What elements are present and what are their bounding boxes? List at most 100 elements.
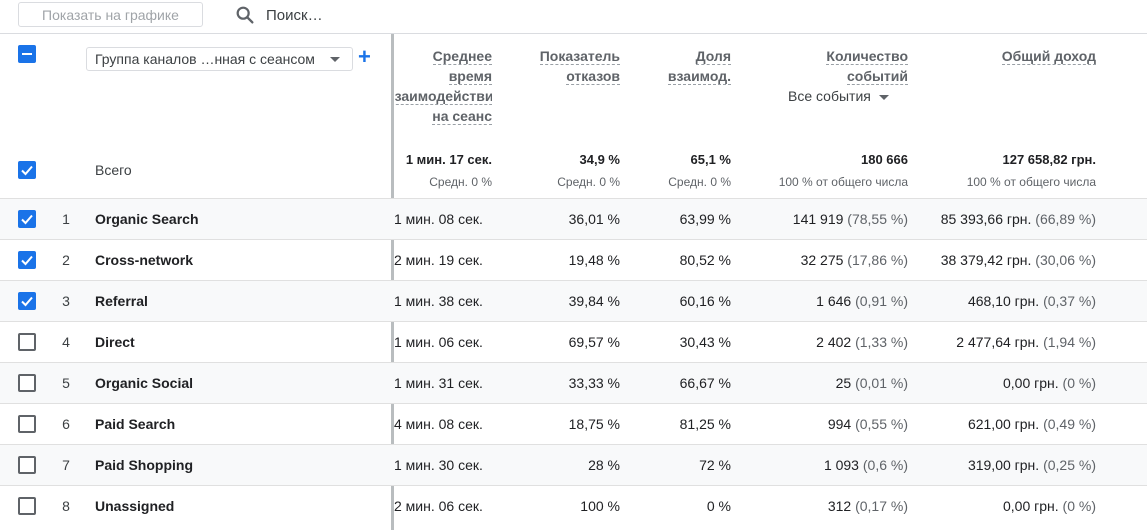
event-count-value: 1 093 (823, 457, 859, 473)
row-checkbox[interactable] (18, 333, 36, 351)
event-count-value: 32 275 (800, 252, 844, 268)
row-checkbox[interactable] (18, 210, 36, 228)
channel-name: Paid Shopping (95, 457, 193, 473)
bounce-rate-cell: 69,57 % (568, 334, 620, 350)
engagement-rate-cell: 80,52 % (679, 252, 731, 268)
plot-rows-button[interactable]: Показать на графике (18, 2, 203, 27)
engagement-rate-cell: 63,99 % (679, 211, 731, 227)
engagement-time-cell: 2 мин. 06 сек. (394, 498, 483, 514)
row-checkbox[interactable] (18, 251, 36, 269)
column-header-engagement-rate[interactable]: Доля взаимод. (625, 46, 731, 86)
row-checkbox[interactable] (18, 374, 36, 392)
engagement-time-cell: 1 мин. 06 сек. (394, 334, 483, 350)
check-icon (21, 214, 33, 225)
column-header-engagement-time[interactable]: Среднее время взаимодействия на сеанс (394, 46, 492, 126)
channel-name: Referral (95, 293, 148, 309)
select-all-checkbox[interactable] (18, 45, 36, 63)
engagement-rate-cell: 66,67 % (679, 375, 731, 391)
plus-icon[interactable]: + (358, 46, 374, 69)
engagement-rate-cell: 81,25 % (679, 416, 731, 432)
row-checkbox[interactable] (18, 497, 36, 515)
events-select[interactable]: Все события (788, 88, 889, 104)
total-event-count: 180 666 100 % от общего числа (778, 152, 908, 189)
bounce-rate-cell: 28 % (588, 457, 620, 473)
table-row[interactable]: 3 Referral 1 мин. 38 сек. 39,84 % 60,16 % 1 6… (0, 280, 1147, 321)
row-index: 3 (62, 293, 70, 309)
event-count-percent: (17,86 %) (847, 252, 908, 268)
revenue-value: 319,00 грн. (967, 457, 1040, 473)
revenue-percent: (66,89 %) (1035, 211, 1096, 227)
event-count-cell: 2 402 (1,33 %) (740, 334, 908, 350)
dimension-select-label: Группа каналов …нная с сеансом (95, 51, 315, 67)
check-icon (21, 255, 33, 266)
revenue-percent: (30,06 %) (1035, 252, 1096, 268)
totals-checkbox[interactable] (18, 161, 36, 179)
row-index: 7 (62, 457, 70, 473)
engagement-time-cell: 2 мин. 19 сек. (394, 252, 483, 268)
row-checkbox[interactable] (18, 292, 36, 310)
event-count-cell: 1 646 (0,91 %) (740, 293, 908, 309)
total-revenue: 127 658,82 грн. 100 % от общего числа (966, 152, 1096, 189)
row-checkbox[interactable] (18, 456, 36, 474)
channel-name: Paid Search (95, 416, 176, 432)
revenue-value: 0,00 грн. (1003, 498, 1059, 514)
event-count-percent: (1,33 %) (855, 334, 908, 350)
event-count-cell: 312 (0,17 %) (740, 498, 908, 514)
event-count-value: 141 919 (792, 211, 844, 227)
table-row[interactable]: 5 Organic Social 1 мин. 31 сек. 33,33 % 66,6… (0, 362, 1147, 403)
search-icon[interactable] (234, 4, 256, 26)
total-bounce-rate: 34,9 % Средн. 0 % (557, 152, 620, 189)
engagement-time-cell: 1 мин. 08 сек. (394, 211, 483, 227)
table-row[interactable]: 6 Paid Search 4 мин. 08 сек. 18,75 % 81,25 %… (0, 403, 1147, 444)
column-header-event-count[interactable]: Количество событий (740, 46, 908, 86)
revenue-value: 0,00 грн. (1003, 375, 1059, 391)
row-index: 4 (62, 334, 70, 350)
row-checkbox[interactable] (18, 415, 36, 433)
caret-down-icon (330, 57, 340, 62)
revenue-value: 38 379,42 грн. (940, 252, 1032, 268)
revenue-percent: (0,37 %) (1043, 293, 1096, 309)
total-engagement-time: 1 мин. 17 сек. Средн. 0 % (405, 152, 492, 189)
event-count-cell: 25 (0,01 %) (740, 375, 908, 391)
row-index: 2 (62, 252, 70, 268)
event-count-value: 312 (827, 498, 852, 514)
table-row[interactable]: 1 Organic Search 1 мин. 08 сек. 36,01 % 63,9… (0, 198, 1147, 239)
event-count-percent: (0,17 %) (855, 498, 908, 514)
caret-down-icon (878, 94, 889, 100)
engagement-time-cell: 1 мин. 38 сек. (394, 293, 483, 309)
bounce-rate-cell: 39,84 % (568, 293, 620, 309)
revenue-value: 2 477,64 грн. (956, 334, 1040, 350)
revenue-value: 468,10 грн. (967, 293, 1040, 309)
table-row[interactable]: 8 Unassigned 2 мин. 06 сек. 100 % 0 % 312 (0,… (0, 485, 1147, 526)
engagement-rate-cell: 0 % (706, 498, 731, 514)
channel-name: Direct (95, 334, 135, 350)
search-input[interactable] (266, 5, 466, 25)
engagement-rate-cell: 72 % (699, 457, 731, 473)
column-header-bounce-rate[interactable]: Показатель отказов (505, 46, 620, 86)
table-toolbar: Показать на графике (0, 0, 1147, 34)
row-index: 1 (62, 211, 70, 227)
revenue-cell: 2 477,64 грн. (1,94 %) (915, 334, 1096, 350)
event-count-value: 25 (835, 375, 852, 391)
bounce-rate-cell: 18,75 % (568, 416, 620, 432)
revenue-value: 621,00 грн. (967, 416, 1040, 432)
channel-name: Organic Search (95, 211, 199, 227)
bounce-rate-cell: 36,01 % (568, 211, 620, 227)
table-row[interactable]: 4 Direct 1 мин. 06 сек. 69,57 % 30,43 % 2 402… (0, 321, 1147, 362)
table-row[interactable]: 7 Paid Shopping 1 мин. 30 сек. 28 % 72 % 1 09… (0, 444, 1147, 485)
event-count-cell: 994 (0,55 %) (740, 416, 908, 432)
bounce-rate-cell: 33,33 % (568, 375, 620, 391)
event-count-percent: (78,55 %) (847, 211, 908, 227)
event-count-value: 994 (827, 416, 852, 432)
revenue-percent: (0,25 %) (1043, 457, 1096, 473)
row-index: 6 (62, 416, 70, 432)
check-icon (21, 165, 33, 176)
revenue-cell: 85 393,66 грн. (66,89 %) (915, 211, 1096, 227)
revenue-cell: 621,00 грн. (0,49 %) (915, 416, 1096, 432)
revenue-percent: (0 %) (1062, 498, 1096, 514)
revenue-cell: 0,00 грн. (0 %) (915, 375, 1096, 391)
table-row[interactable]: 2 Cross-network 2 мин. 19 сек. 19,48 % 80,52… (0, 239, 1147, 280)
column-header-total-revenue[interactable]: Общий доход (915, 46, 1096, 66)
total-engagement-rate: 65,1 % Средн. 0 % (668, 152, 731, 189)
dimension-select[interactable]: Группа каналов …нная с сеансом (86, 47, 353, 71)
